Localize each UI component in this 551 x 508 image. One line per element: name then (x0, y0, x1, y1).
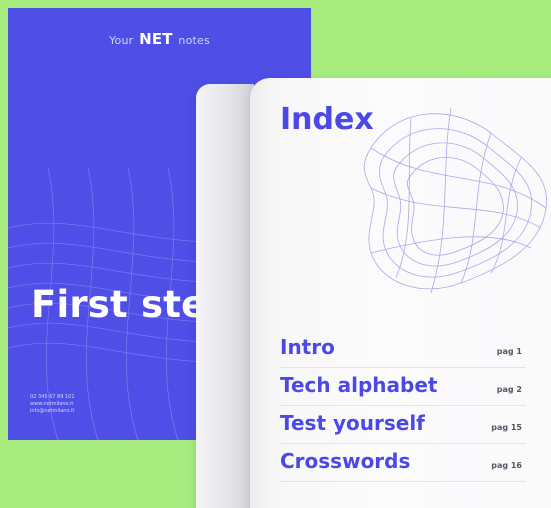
toc-row-intro[interactable]: Intro pag 1 (280, 330, 526, 368)
toc-row-crosswords[interactable]: Crosswords pag 16 (280, 444, 526, 482)
brand-name: NET (139, 30, 173, 48)
cover-contacts: 02 345 67 89 101 www.netmilano.it info@n… (30, 394, 75, 415)
table-of-contents: Intro pag 1 Tech alphabet pag 2 Test you… (280, 330, 526, 482)
toc-page-number: pag 15 (491, 423, 522, 432)
toc-label: Intro (280, 335, 335, 359)
cover-title: First ste (31, 283, 207, 326)
cover-brand: Your NET notes (8, 30, 311, 48)
contact-phone: 02 345 67 89 101 (30, 394, 75, 400)
book-left-page (196, 84, 254, 508)
toc-label: Test yourself (280, 411, 425, 435)
toc-label: Tech alphabet (280, 373, 438, 397)
brand-suffix: notes (178, 34, 210, 47)
open-book: Index Intro pag 1 Tech alphabet pag 2 Te… (196, 78, 551, 508)
toc-row-tech-alphabet[interactable]: Tech alphabet pag 2 (280, 368, 526, 406)
contact-website: www.netmilano.it (30, 401, 74, 407)
index-title: Index (280, 102, 374, 137)
toc-page-number: pag 2 (496, 385, 522, 394)
toc-label: Crosswords (280, 449, 411, 473)
toc-page-number: pag 1 (496, 347, 522, 356)
toc-page-number: pag 16 (491, 461, 522, 470)
toc-row-test-yourself[interactable]: Test yourself pag 15 (280, 406, 526, 444)
contact-email: info@netmilano.it (30, 408, 75, 414)
brochure-mockup: Your NET notes First ste 02 345 67 89 10… (0, 0, 551, 508)
brand-prefix: Your (109, 34, 134, 47)
